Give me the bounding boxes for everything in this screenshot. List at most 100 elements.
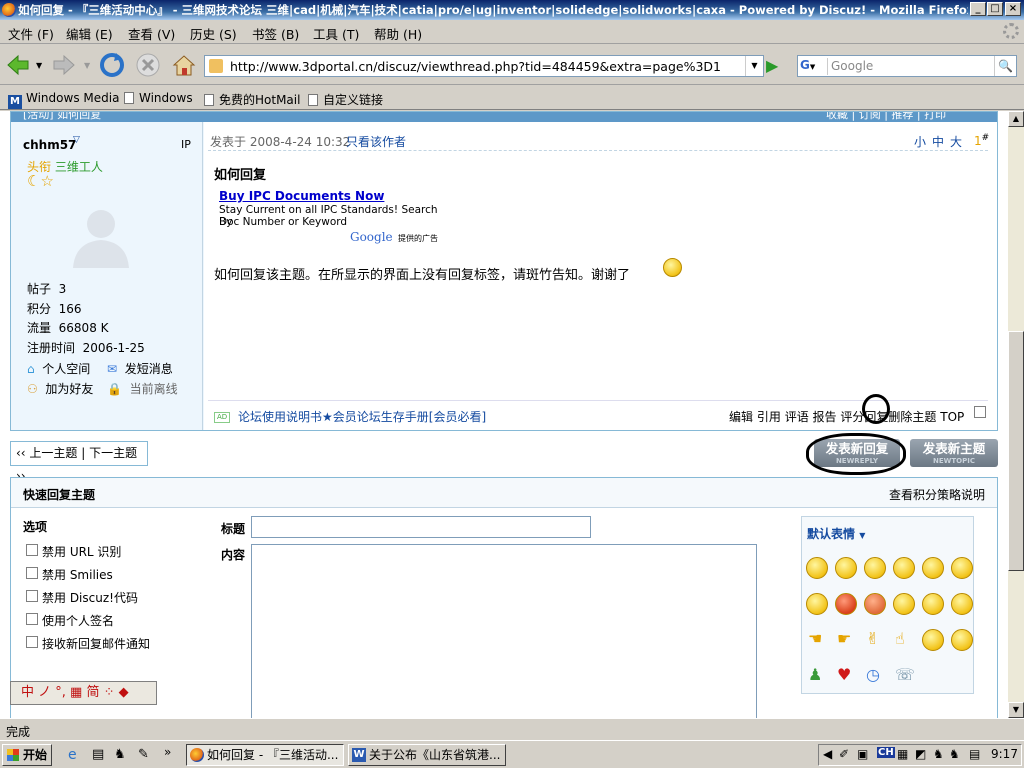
- disable-smilies-checkbox[interactable]: [26, 567, 38, 579]
- content-textarea[interactable]: [251, 544, 757, 718]
- start-button[interactable]: 开始: [2, 744, 52, 766]
- smilies-title[interactable]: 默认表情 ▼: [807, 525, 865, 542]
- handshake-icon[interactable]: ☝: [895, 629, 905, 648]
- only-author-link[interactable]: 只看该作者: [346, 133, 406, 150]
- network-icon[interactable]: ▣: [857, 747, 868, 761]
- bookmark-windows-media[interactable]: M Windows Media: [8, 91, 119, 109]
- clock[interactable]: 9:17: [991, 747, 1018, 761]
- bookmark-custom-links[interactable]: 自定义链接: [308, 91, 383, 108]
- menu-file[interactable]: 文件 (F): [8, 24, 54, 43]
- thumb-right-icon[interactable]: ☛: [837, 629, 851, 648]
- menu-edit[interactable]: 编辑 (E): [66, 24, 113, 43]
- edit-action[interactable]: 编辑: [729, 410, 753, 424]
- search-box[interactable]: G▼ Google 🔍: [797, 55, 1017, 77]
- google-ad-block[interactable]: Buy IPC Documents Now Stay Current on al…: [214, 188, 450, 246]
- task-word-document[interactable]: W 关于公布《山东省筑港...: [348, 744, 506, 766]
- delete-thread-action[interactable]: 删除主题: [888, 410, 936, 424]
- smiley-cry-icon[interactable]: [806, 593, 828, 615]
- window-title-bar[interactable]: 如何回复 - 『三维活动中心』 - 三维网技术论坛 三维|cad|机械|汽车|技…: [0, 0, 1024, 20]
- email-notify-checkbox[interactable]: [26, 636, 38, 648]
- select-post-checkbox[interactable]: [974, 406, 986, 418]
- author-menu-chevron-icon[interactable]: ▽: [73, 135, 80, 145]
- font-medium-link[interactable]: 中: [932, 133, 944, 150]
- thumb-left-icon[interactable]: ☚: [808, 629, 822, 648]
- qq-tray-icon-2[interactable]: ♞: [949, 747, 960, 761]
- points-policy-link[interactable]: 查看积分策略说明: [889, 486, 985, 503]
- maximize-button[interactable]: □: [987, 2, 1003, 16]
- forward-arrow-icon[interactable]: [50, 51, 78, 79]
- smiley-laugh-icon[interactable]: [922, 557, 944, 579]
- forward-dropdown-icon[interactable]: ▼: [84, 61, 90, 70]
- tray-app-icon[interactable]: ▦: [897, 747, 908, 761]
- lips-icon[interactable]: ♥: [837, 665, 851, 684]
- task-firefox[interactable]: 如何回复 - 『三维活动...: [186, 744, 344, 766]
- qq-quicklaunch-icon[interactable]: ♞: [114, 747, 126, 762]
- new-topic-button[interactable]: 发表新主题 NEWTOPIC: [910, 439, 998, 467]
- menu-bookmarks[interactable]: 书签 (B): [252, 24, 299, 43]
- url-text[interactable]: http://www.3dportal.cn/discuz/viewthread…: [230, 59, 721, 74]
- send-message-link[interactable]: ✉ 发短消息: [107, 360, 173, 377]
- tray-monitor-icon[interactable]: ▤: [969, 747, 980, 761]
- smiley-biggrin-icon[interactable]: [864, 557, 886, 579]
- back-dropdown-icon[interactable]: ▼: [36, 61, 42, 70]
- scroll-up-icon[interactable]: ▲: [1008, 111, 1024, 127]
- smiley-grin-icon[interactable]: [922, 629, 944, 651]
- bookmark-windows[interactable]: Windows: [124, 91, 193, 105]
- ie-quicklaunch-icon[interactable]: e: [68, 747, 77, 763]
- vertical-scrollbar[interactable]: ▲ ▼: [1008, 111, 1024, 718]
- personal-space-link[interactable]: ⌂ 个人空间: [27, 360, 90, 377]
- smiley-tongue-icon[interactable]: [951, 557, 973, 579]
- add-friend-link[interactable]: ⚇ 加为好友: [27, 380, 93, 397]
- stop-icon[interactable]: [134, 51, 162, 79]
- bookmark-hotmail[interactable]: 免费的HotMail: [204, 91, 300, 108]
- back-arrow-icon[interactable]: [4, 51, 32, 79]
- smiley-love-icon[interactable]: [951, 593, 973, 615]
- ime-toolbar[interactable]: 中 ノ °, ▦ 简 ⁘ ◆: [10, 681, 157, 705]
- font-small-link[interactable]: 小: [914, 133, 926, 150]
- quote-action[interactable]: 引用: [757, 410, 781, 424]
- comment-action[interactable]: 评语: [785, 410, 809, 424]
- minimize-button[interactable]: _: [970, 2, 986, 16]
- desktop-quicklaunch-icon[interactable]: ▤: [92, 747, 104, 762]
- speaker-icon[interactable]: ◀: [823, 747, 832, 761]
- edit-quicklaunch-icon[interactable]: ✎: [138, 747, 149, 762]
- smiley-sad-icon[interactable]: [835, 557, 857, 579]
- smiley-mad-icon[interactable]: [864, 593, 886, 615]
- scrollbar-thumb[interactable]: [1008, 331, 1024, 571]
- disable-discuz-code-checkbox[interactable]: [26, 590, 38, 602]
- search-input[interactable]: Google: [831, 59, 873, 73]
- top-action[interactable]: TOP: [940, 410, 964, 424]
- font-large-link[interactable]: 大: [950, 133, 962, 150]
- close-button[interactable]: ×: [1005, 2, 1021, 16]
- smiley-happy-icon[interactable]: [893, 557, 915, 579]
- search-icon[interactable]: 🔍: [994, 56, 1016, 76]
- ad-headline[interactable]: Buy IPC Documents Now: [219, 189, 384, 203]
- tray-pencil-icon[interactable]: ✐: [839, 747, 849, 761]
- subject-input[interactable]: [251, 516, 591, 538]
- scroll-down-icon[interactable]: ▼: [1008, 702, 1024, 718]
- phone-icon[interactable]: ☏: [895, 665, 915, 684]
- victory-hand-icon[interactable]: ✌: [866, 629, 879, 648]
- search-engine-selector[interactable]: G▼: [800, 58, 828, 75]
- use-signature-checkbox[interactable]: [26, 613, 38, 625]
- person-icon[interactable]: ♟: [808, 665, 822, 684]
- smiley-confused-icon[interactable]: [922, 593, 944, 615]
- quicklaunch-more-icon[interactable]: »: [164, 745, 171, 759]
- url-bar[interactable]: http://www.3dportal.cn/discuz/viewthread…: [204, 55, 764, 77]
- menu-history[interactable]: 历史 (S): [190, 24, 237, 43]
- go-arrow-icon[interactable]: ▶: [766, 55, 786, 77]
- smiley-shy-icon[interactable]: [893, 593, 915, 615]
- menu-tools[interactable]: 工具 (T): [313, 24, 359, 43]
- url-dropdown-icon[interactable]: ▼: [745, 56, 763, 76]
- clock-icon[interactable]: ◷: [866, 665, 880, 684]
- smiley-wink-icon[interactable]: [951, 629, 973, 651]
- author-ip-link[interactable]: IP: [181, 138, 191, 151]
- menu-view[interactable]: 查看 (V): [128, 24, 175, 43]
- author-name[interactable]: chhm57: [23, 138, 76, 152]
- prev-next-thread-nav[interactable]: ‹‹ 上一主题 | 下一主题 ››: [10, 441, 148, 483]
- home-icon[interactable]: [170, 51, 198, 79]
- qq-tray-icon[interactable]: ♞: [933, 747, 944, 761]
- language-indicator[interactable]: CH: [877, 747, 895, 758]
- disable-url-checkbox[interactable]: [26, 544, 38, 556]
- post-header-actions[interactable]: 收藏 | 订阅 | 推荐 | 打印: [826, 112, 946, 122]
